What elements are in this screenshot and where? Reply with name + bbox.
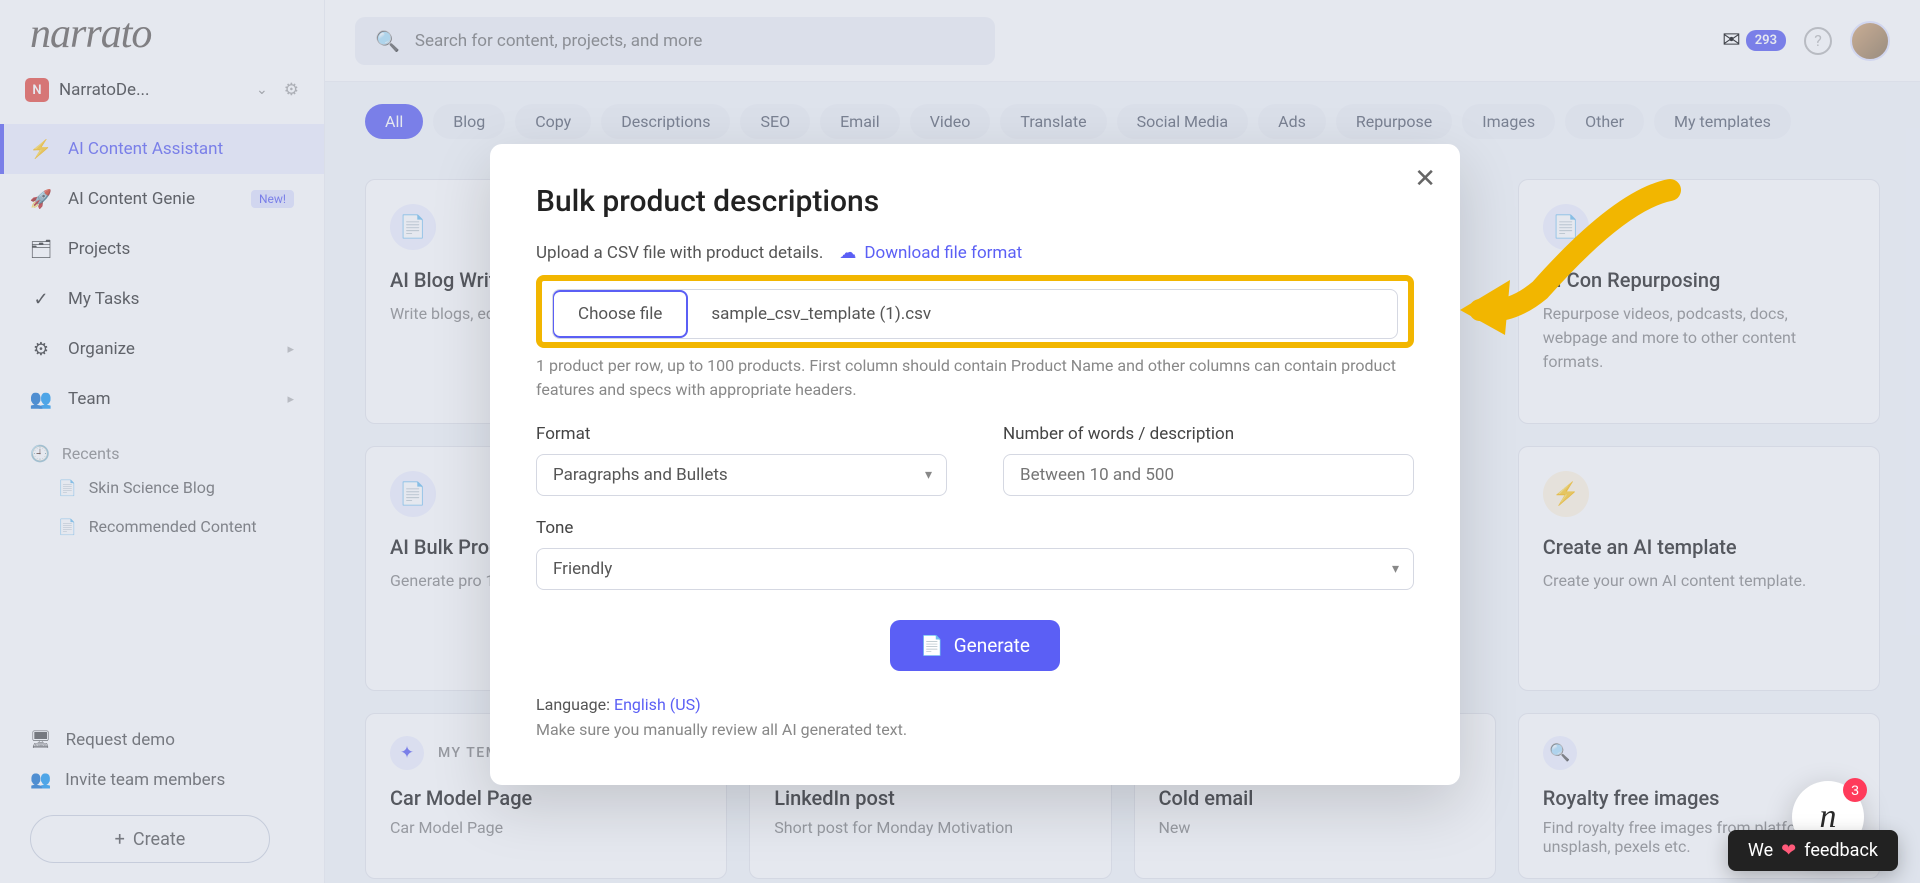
words-group: Number of words / description [1003,424,1414,496]
tone-select[interactable]: Friendly [536,548,1414,590]
file-highlight-annotation: Choose file sample_csv_template (1).csv [536,275,1414,348]
file-name: sample_csv_template (1).csv [687,304,955,324]
review-note: Make sure you manually review all AI gen… [536,720,1414,739]
close-icon[interactable]: ✕ [1414,164,1436,194]
generate-label: Generate [954,634,1030,657]
format-select[interactable]: Paragraphs and Bullets [536,454,947,496]
cloud-download-icon: ☁ [839,243,856,263]
language-label: Language: [536,695,614,714]
upload-label: Upload a CSV file with product details. [536,243,823,263]
feedback-we: We [1748,840,1773,861]
format-label: Format [536,424,947,444]
words-input[interactable] [1020,465,1397,485]
download-file-format-link[interactable]: ☁ Download file format [839,243,1022,263]
format-group: Format Paragraphs and Bullets [536,424,947,496]
choose-file-button[interactable]: Choose file [552,290,688,338]
file-hint: 1 product per row, up to 100 products. F… [536,354,1414,402]
tone-group: Tone Friendly [536,518,1414,590]
feedback-text: feedback [1804,840,1878,861]
file-icon: 📄 [920,634,944,657]
heart-icon: ❤ [1781,840,1796,861]
download-label: Download file format [864,243,1022,263]
modal-footer: Language: English (US) Make sure you man… [536,695,1414,739]
tone-value: Friendly [553,559,612,579]
feedback-bar[interactable]: We ❤ feedback [1728,830,1898,871]
format-value: Paragraphs and Bullets [553,465,728,485]
bulk-product-modal: ✕ Bulk product descriptions Upload a CSV… [490,144,1460,785]
generate-button[interactable]: 📄 Generate [890,620,1060,671]
upload-row: Upload a CSV file with product details. … [536,243,1414,263]
language-line: Language: English (US) [536,695,1414,714]
language-value[interactable]: English (US) [614,695,701,714]
file-upload-row: Choose file sample_csv_template (1).csv [552,289,1398,339]
modal-title: Bulk product descriptions [536,184,1414,219]
tone-label: Tone [536,518,1414,538]
choose-file-label: Choose file [578,304,662,324]
words-input-wrap [1003,454,1414,496]
chat-badge: 3 [1843,778,1867,802]
words-label: Number of words / description [1003,424,1414,444]
